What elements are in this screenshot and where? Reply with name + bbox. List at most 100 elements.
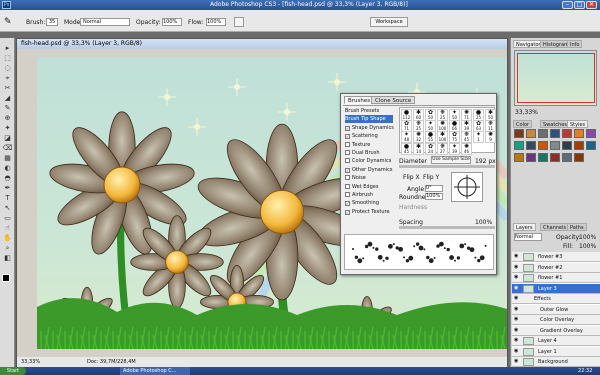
style-swatch[interactable]	[586, 141, 596, 150]
tab-color-swatches[interactable]: Swatches	[540, 120, 570, 128]
crop-tool-icon[interactable]: ✂	[2, 84, 13, 92]
flow-field[interactable]: 100%	[206, 18, 226, 26]
brush-tip[interactable]: ✱ 14	[413, 142, 424, 155]
close-button[interactable]: ✕	[586, 1, 597, 9]
tab-nav-info[interactable]: Info	[567, 40, 583, 48]
tab-nav-navigator[interactable]: Navigator	[513, 40, 544, 48]
style-swatch[interactable]	[514, 153, 524, 162]
style-swatch[interactable]	[514, 141, 524, 150]
brush-tip[interactable]: ✱ 39	[461, 120, 472, 133]
eye-icon[interactable]: ◉	[514, 359, 520, 364]
eye-icon[interactable]: ◉	[514, 317, 520, 322]
layer-row[interactable]: ◉ flower #1	[512, 273, 600, 283]
eye-icon[interactable]: ◉	[514, 327, 520, 333]
brush-setting-checkbox[interactable]	[345, 158, 350, 164]
style-swatch[interactable]	[574, 153, 584, 162]
brush-tip[interactable]: ● 45	[401, 142, 412, 155]
tab-color-styles[interactable]: Styles	[567, 120, 589, 128]
brush-setting-checkbox[interactable]: ✓	[345, 209, 350, 215]
quick-select-tool-icon[interactable]: ⌖	[2, 74, 13, 82]
brush-tip[interactable]: ✿ 63	[473, 120, 484, 133]
layer-row[interactable]: ◉ Background	[512, 357, 600, 367]
eye-icon[interactable]: ◉	[514, 338, 520, 343]
type-tool-icon[interactable]: T	[2, 194, 13, 202]
brush-tip[interactable]: ❋ 45	[461, 131, 472, 144]
brush-setting-other-dynamics[interactable]: ✓ Other Dynamics	[345, 166, 393, 174]
spacing-checkbox[interactable]: Spacing	[399, 219, 423, 226]
style-swatch[interactable]	[550, 153, 560, 162]
brush-tip[interactable]: ✦ 48	[401, 131, 412, 144]
brush-tip-grid[interactable]: ● 112 ✱ 60 ✿ 50 ❋ 25 ✦ 50 ✺ 71 ● 25 ✱ 50 ✿ 71 ❋ 25 ✦ 50 ✺ 100 ● 6…	[399, 107, 496, 155]
healing-tool-icon[interactable]: ✎	[2, 104, 13, 112]
eye-icon[interactable]: ◉	[514, 306, 520, 312]
use-sample-size-button[interactable]: Use Sample Size	[431, 156, 471, 164]
tab-layers-channels[interactable]: Channels	[540, 223, 570, 231]
brush-setting-color-dynamics[interactable]: Color Dynamics	[345, 157, 393, 165]
brush-tip[interactable]: ● 55	[425, 131, 436, 144]
layer-row[interactable]: ◉ Outer Glow	[512, 304, 600, 315]
style-swatch[interactable]	[526, 129, 536, 138]
brush-setting-checkbox[interactable]: ✓	[345, 125, 350, 131]
move-tool-icon[interactable]: ▸	[2, 44, 13, 52]
brush-tool-icon[interactable]: ⊕	[2, 114, 13, 122]
brush-tip[interactable]: ✱ 100	[437, 131, 448, 144]
angle-roundness-widget[interactable]	[451, 172, 483, 202]
style-swatch[interactable]	[526, 141, 536, 150]
start-button[interactable]: Start	[0, 367, 26, 375]
style-swatch[interactable]	[574, 129, 584, 138]
airbrush-icon[interactable]	[234, 17, 244, 27]
brush-tip[interactable]: ✺ 100	[437, 120, 448, 133]
navigator-view-box[interactable]	[517, 53, 595, 103]
brush-tip[interactable]: ✦ 50	[425, 120, 436, 133]
brush-setting-brush-presets[interactable]: Brush Presets	[345, 107, 393, 115]
brush-tip[interactable]: ✱ 50	[485, 109, 496, 121]
dodge-tool-icon[interactable]: ◓	[2, 174, 13, 182]
style-swatch[interactable]	[514, 129, 524, 138]
brush-setting-noise[interactable]: Noise	[345, 174, 393, 182]
style-swatch[interactable]	[526, 153, 536, 162]
brush-setting-checkbox[interactable]	[345, 175, 350, 181]
eye-icon[interactable]: ◉	[514, 275, 520, 280]
style-swatch[interactable]	[586, 129, 596, 138]
marquee-tool-icon[interactable]: ⬚	[2, 54, 13, 62]
layer-row[interactable]: ◉ flower #2	[512, 262, 600, 273]
brush-tip[interactable]: ✦ 1	[473, 131, 484, 144]
opacity-field[interactable]: 100%	[162, 18, 182, 26]
brush-setting-wet-edges[interactable]: Wet Edges	[345, 183, 393, 191]
eye-icon[interactable]: ◉	[514, 264, 520, 270]
style-swatch[interactable]	[538, 141, 548, 150]
eye-icon[interactable]: ◉	[514, 254, 520, 259]
notes-tool-icon[interactable]: ☝	[2, 224, 13, 232]
shape-tool-icon[interactable]: ▭	[2, 214, 13, 222]
layer-row[interactable]: ◉ Gradient Overlay	[512, 325, 600, 336]
brush-tip[interactable]: ✺ 32	[413, 131, 424, 144]
brush-setting-dual-brush[interactable]: Dual Brush	[345, 149, 393, 157]
workspace-button[interactable]: Workspace	[370, 17, 408, 27]
tab-layers-paths[interactable]: Paths	[567, 223, 587, 231]
styles-grid[interactable]	[514, 129, 598, 219]
brush-tip[interactable]: ✦ 39	[449, 142, 460, 155]
zoom-tool-icon[interactable]: ◧	[2, 254, 13, 262]
brush-tip[interactable]: ✿ 50	[425, 109, 436, 121]
style-swatch[interactable]	[550, 141, 560, 150]
brush-setting-protect-texture[interactable]: ✓ Protect Texture	[345, 208, 393, 216]
brush-setting-checkbox[interactable]	[345, 183, 350, 189]
roundness-field[interactable]: 100%	[425, 193, 443, 200]
diameter-slider[interactable]	[399, 165, 495, 168]
style-swatch[interactable]	[550, 129, 560, 138]
brush-tip[interactable]: ✦ 50	[449, 109, 460, 121]
navigator-zoom[interactable]: 33,33%	[515, 109, 538, 116]
history-brush-tool-icon[interactable]: ◪	[2, 134, 13, 142]
tab-color-color[interactable]: Color	[513, 120, 533, 128]
brush-tip[interactable]: ✿ 24	[425, 142, 436, 155]
blend-mode-select[interactable]: Normal	[514, 233, 542, 241]
minimize-button[interactable]: –	[562, 1, 573, 9]
style-swatch[interactable]	[562, 141, 572, 150]
brush-setting-texture[interactable]: Texture	[345, 141, 393, 149]
style-swatch[interactable]	[538, 129, 548, 138]
layer-row[interactable]: ◉ Layer 3	[512, 283, 600, 294]
eyedropper-tool-icon[interactable]: ✋	[2, 234, 13, 242]
gradient-tool-icon[interactable]: ▦	[2, 154, 13, 162]
layer-opacity-value[interactable]: 100%	[579, 234, 596, 241]
brush-tip[interactable]: ✿ 71	[401, 120, 412, 133]
